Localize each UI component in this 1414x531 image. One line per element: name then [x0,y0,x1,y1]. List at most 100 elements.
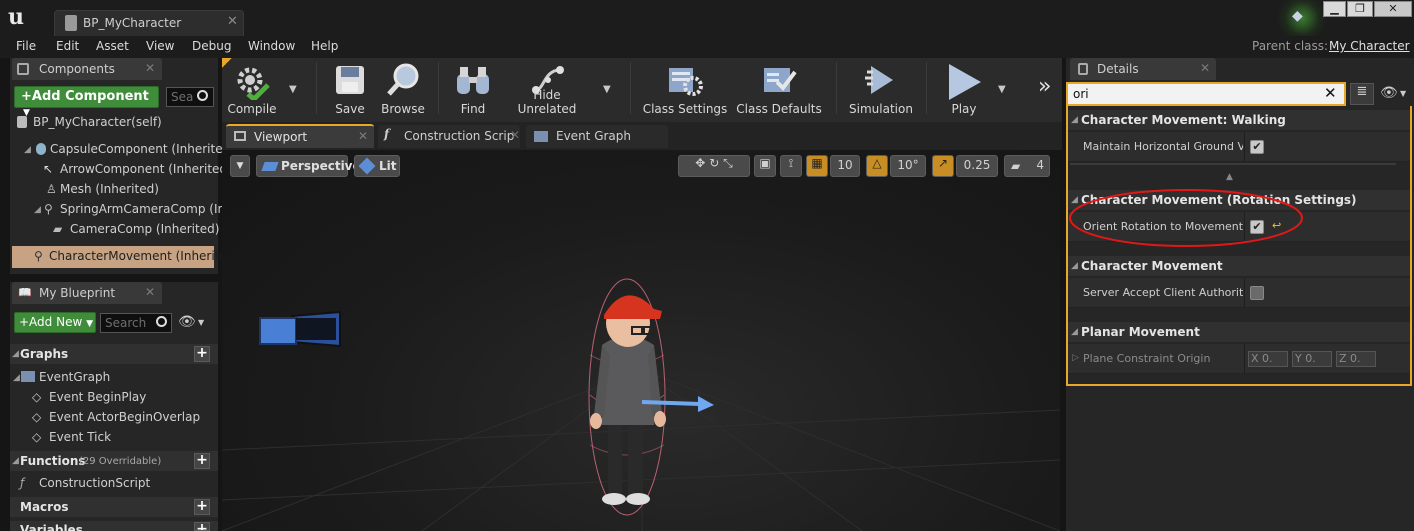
my-blueprint-tab[interactable]: 📖 My Blueprint ✕ [12,282,162,304]
coordinate-system-button[interactable]: ▣ [754,155,776,177]
menu-view[interactable]: View [146,39,174,53]
close-details-icon[interactable]: ✕ [1200,61,1210,75]
tab-construction-script[interactable]: f Construction Scrip ✕ [378,125,520,148]
component-item[interactable]: Mesh (Inherited) [60,182,159,196]
details-tab[interactable]: Details ✕ [1070,58,1216,80]
advanced-expand-icon[interactable]: ▲ [1226,172,1233,182]
camera-speed-button[interactable]: ▰ 4 [1004,155,1050,177]
close-tab-icon[interactable]: ✕ [227,14,238,29]
menu-help[interactable]: Help [311,39,338,53]
close-window-button[interactable]: ✕ [1374,1,1412,17]
event-graph-item[interactable]: EventGraph [39,370,110,384]
lit-button[interactable]: Lit [354,155,400,177]
find-button[interactable]: Find [448,58,498,120]
component-item[interactable]: BP_MyCharacter(self) [33,115,162,129]
details-search-input[interactable]: ori ✕ [1068,84,1344,104]
close-tab-icon[interactable]: ✕ [510,128,520,142]
add-function-button[interactable]: + [194,453,210,469]
section-planar-movement[interactable]: ◢ Planar Movement [1068,322,1410,342]
menu-window[interactable]: Window [248,39,295,53]
plane-origin-x-field[interactable]: X 0. [1248,351,1288,367]
blueprint-search-input[interactable]: Search [100,313,172,333]
expand-triangle-icon[interactable]: ◢ [34,205,41,215]
menu-asset[interactable]: Asset [96,39,129,53]
add-variable-button[interactable]: + [194,522,210,531]
camera-component-icon[interactable] [256,306,346,356]
chevron-down-icon[interactable]: ▼ [198,318,204,327]
chevron-down-icon[interactable]: ▼ [1400,89,1406,98]
graduation-cap-icon[interactable]: ◆ [1292,8,1303,24]
eye-icon[interactable]: 👁 [178,314,196,330]
rotate-icon[interactable]: ↻ [709,156,719,170]
play-options-chevron-icon[interactable]: ▼ [998,84,1006,95]
construction-script-item[interactable]: ConstructionScript [39,476,150,490]
simulation-button[interactable]: Simulation [846,58,916,120]
component-item[interactable]: CameraComp (Inherited) [70,222,219,236]
maintain-horizontal-checkbox[interactable]: ✔ [1250,140,1264,154]
transform-tools[interactable]: ✥ ↻ ⤡ [678,155,750,177]
variables-section[interactable]: Variables [10,521,218,531]
compile-options-chevron-icon[interactable]: ▼ [289,84,297,95]
macros-section[interactable]: Macros [10,497,218,517]
graphs-section[interactable]: ◢ Graphs [10,344,218,364]
perspective-button[interactable]: Perspective [256,155,361,177]
add-graph-button[interactable]: + [194,346,210,362]
add-macro-button[interactable]: + [194,499,210,515]
translate-icon[interactable]: ✥ [695,156,705,170]
scale-icon[interactable]: ⤡ [723,156,733,170]
save-button[interactable]: Save [326,58,374,120]
component-item[interactable]: ArrowComponent (Inherited) [60,162,232,176]
close-tab-icon[interactable]: ✕ [358,129,368,143]
rotation-snap-toggle[interactable]: △ [866,155,888,177]
grid-snap-toggle[interactable]: ▦ [806,155,828,177]
play-button[interactable]: Play [936,58,992,120]
browse-button[interactable]: Browse [378,58,428,120]
scale-snap-toggle[interactable]: ↗ [932,155,954,177]
property-matrix-button[interactable]: ≣ [1350,83,1374,105]
close-blueprint-icon[interactable]: ✕ [145,285,155,299]
compile-button[interactable]: Compile [226,58,278,120]
rotation-snap-value[interactable]: 10° [890,155,926,177]
grid-snap-value[interactable]: 10 [830,155,860,177]
hide-unrelated-button[interactable]: Hide Unrelated [504,58,590,120]
tab-viewport[interactable]: Viewport ✕ [226,124,374,148]
event-item[interactable]: Event ActorBeginOverlap [49,410,200,424]
class-defaults-button[interactable]: Class Defaults [736,58,822,120]
toolbar-overflow-icon[interactable]: » [1038,74,1051,99]
menu-edit[interactable]: Edit [56,39,79,53]
class-settings-button[interactable]: Class Settings [642,58,728,120]
selected-component-row[interactable]: ⚲ CharacterMovement (Inherited [12,246,234,268]
eye-icon[interactable]: 👁 [1380,85,1398,101]
hide-unrelated-chevron-icon[interactable]: ▼ [603,84,611,95]
minimize-button[interactable]: ▁ [1323,1,1346,17]
component-item[interactable]: CapsuleComponent (Inherited) [50,142,235,156]
surface-snap-button[interactable]: ⟟ [780,155,802,177]
event-item[interactable]: Event Tick [49,430,111,444]
scroll-track[interactable] [1070,163,1396,165]
components-search-input[interactable]: Sea [166,87,214,107]
expand-triangle-icon[interactable]: ▷ [1072,353,1079,363]
expand-triangle-icon[interactable]: ◢ [24,145,31,155]
tab-event-graph[interactable]: Event Graph [526,125,668,148]
scale-snap-value[interactable]: 0.25 [956,155,998,177]
viewport-options-button[interactable]: ▼ [230,155,250,177]
maximize-button[interactable]: ❐ [1347,1,1373,17]
plane-origin-y-field[interactable]: Y 0. [1292,351,1332,367]
document-tab[interactable]: BP_MyCharacter ✕ [54,10,244,36]
clear-search-icon[interactable]: ✕ [1324,84,1337,102]
add-component-button[interactable]: +Add Component ▼ [14,86,159,118]
functions-section[interactable]: ◢ Functions (29 Overridable) [10,451,218,471]
viewport[interactable]: ▼ Perspective Lit ✥ ↻ ⤡ ▣ ⟟ ▦ 10 △ 10° ↗… [222,150,1060,531]
server-accept-checkbox[interactable] [1250,286,1264,300]
add-new-button[interactable]: +Add New ▼ [14,312,96,333]
section-walking[interactable]: ◢ Character Movement: Walking [1068,110,1410,130]
menu-debug[interactable]: Debug [192,39,231,53]
parent-class-link[interactable]: My Character [1329,39,1410,53]
event-item[interactable]: Event BeginPlay [49,390,146,404]
component-item[interactable]: SpringArmCameraComp (Inh [60,202,233,216]
collapse-triangle-icon[interactable]: ◢ [13,373,20,383]
components-tab[interactable]: Components ✕ [12,58,162,80]
plane-origin-z-field[interactable]: Z 0. [1336,351,1376,367]
menu-file[interactable]: File [16,39,36,53]
close-components-icon[interactable]: ✕ [145,61,155,75]
